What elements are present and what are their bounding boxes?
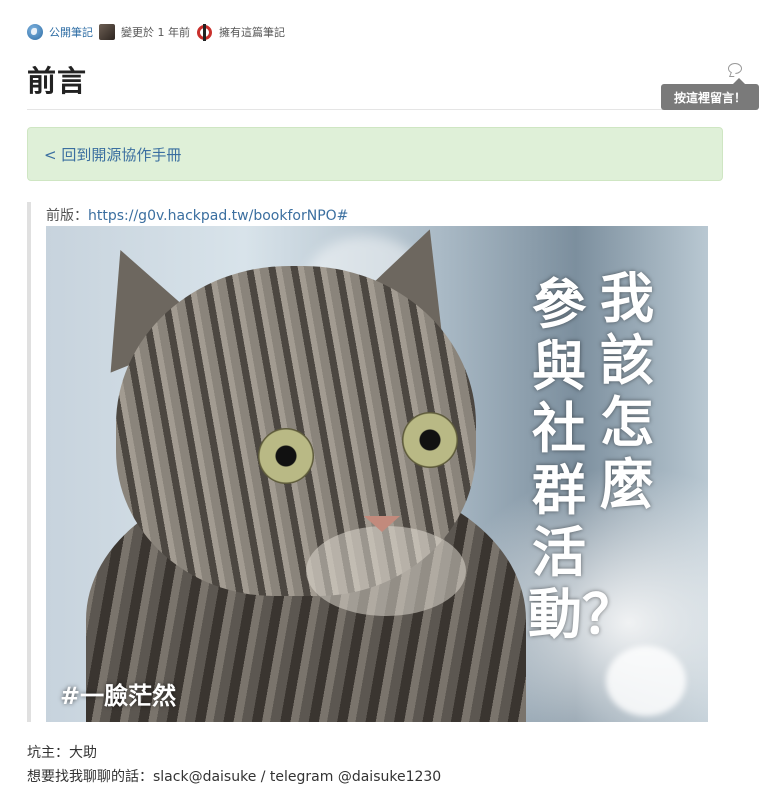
author-line: 坑主：大助	[27, 745, 97, 761]
image-caption-column-1: 我該怎麼	[600, 267, 654, 516]
changed-time-text: 變更於 1 年前	[121, 26, 190, 39]
previous-version-line: 前版：https://g0v.hackpad.tw/bookforNPO#	[46, 205, 348, 225]
cat-image: 我該怎麼 參與社群活動？ #一臉茫然	[46, 226, 708, 722]
back-to-handbook-link[interactable]: < 回到開源協作手冊	[44, 144, 181, 165]
public-note-link[interactable]: 公開筆記	[49, 24, 93, 40]
contact-line: 想要找我聊聊的話：slack@daisuke / telegram @daisu…	[27, 769, 442, 785]
previous-version-link[interactable]: https://g0v.hackpad.tw/bookforNPO#	[88, 208, 348, 224]
owner-text: 擁有這篇筆記	[219, 26, 285, 39]
note-meta-bar: 公開筆記 變更於 1 年前 擁有這篇筆記	[27, 23, 291, 41]
avatar[interactable]	[99, 24, 115, 40]
page-title: 前言	[27, 64, 88, 98]
previous-version-label: 前版：	[46, 208, 88, 224]
blockquote-bar	[27, 202, 31, 722]
author-info: 坑主：大助 想要找我聊聊的話：slack@daisuke / telegram …	[27, 741, 441, 789]
comment-icon[interactable]	[728, 63, 742, 74]
globe-icon	[27, 24, 43, 40]
owner-logo-icon[interactable]	[196, 23, 213, 41]
image-hashtag: #一臉茫然	[60, 682, 177, 710]
image-caption-column-2: 參與社群活動？	[528, 273, 636, 646]
back-alert-box: < 回到開源協作手冊	[27, 127, 723, 181]
comment-tooltip: 按這裡留言！	[661, 78, 759, 110]
title-divider	[27, 109, 723, 110]
